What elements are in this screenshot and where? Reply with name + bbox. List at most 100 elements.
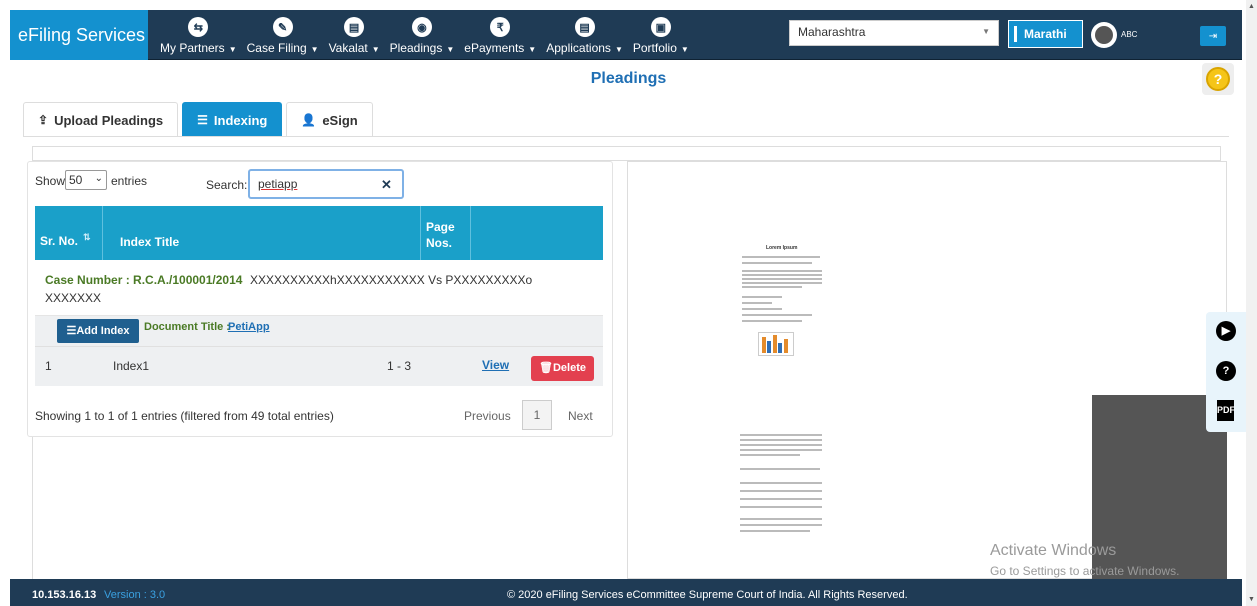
scroll-down-icon[interactable]: ▼ <box>1248 596 1255 603</box>
cell-pages: 1 - 3 <box>387 359 412 373</box>
pdf-page-2 <box>736 430 826 540</box>
nav-pleadings[interactable]: ◉ Pleadings ▼ <box>385 10 460 60</box>
case-parties-continued: XXXXXXX <box>45 291 102 305</box>
rupee-icon: ₹ <box>490 17 511 37</box>
nav-applications[interactable]: ▤ Applications ▼ <box>541 10 628 60</box>
help-icon[interactable]: ? <box>1216 361 1236 381</box>
clear-search-icon[interactable]: ✕ <box>381 177 392 193</box>
briefcase-icon: ▣ <box>650 17 671 37</box>
user-check-icon: 👤 <box>301 113 317 127</box>
add-index-label: Add Index <box>76 325 130 337</box>
help-button[interactable]: ? <box>1202 63 1234 95</box>
tab-label: Upload Pleadings <box>54 112 164 128</box>
nav-label: Pleadings <box>389 41 443 55</box>
nav-vakalat[interactable]: ▤ Vakalat ▼ <box>324 10 385 60</box>
list-icon: ☰ <box>197 113 208 127</box>
state-select[interactable]: Maharashtra ▼ <box>789 20 999 46</box>
sort-icon: ⇅ <box>83 232 91 242</box>
top-navbar: eFiling Services ⇆ My Partners ▼ ✎ Case F… <box>10 10 1242 60</box>
list-icon: ☰ <box>66 325 77 337</box>
question-icon: ? <box>1206 67 1230 91</box>
nav-portfolio[interactable]: ▣ Portfolio ▼ <box>628 10 694 60</box>
server-ip: 10.153.16.13 <box>32 589 97 601</box>
theme-toggle[interactable] <box>1091 22 1117 48</box>
column-actions <box>471 206 603 260</box>
cell-index-title: Index1 <box>113 359 150 373</box>
tab-label: eSign <box>322 112 358 128</box>
version-label: Version : 3.0 <box>104 589 166 601</box>
column-label: Page Nos. <box>426 220 455 250</box>
next-page-button[interactable]: Next <box>568 409 593 423</box>
main-nav: ⇆ My Partners ▼ ✎ Case Filing ▼ ▤ Vakalat ▼… <box>155 10 694 60</box>
entries-label: entries <box>111 174 148 188</box>
chevron-down-icon: ⌄ <box>94 173 103 184</box>
logout-icon: ⇥ <box>1208 30 1218 42</box>
show-label: Show <box>35 174 66 188</box>
document-title-label: Document Title : <box>144 321 230 333</box>
case-number: Case Number : R.C.A./100001/2014 <box>45 273 243 287</box>
pdf-icon[interactable]: PDF <box>1217 400 1235 421</box>
document-title-link[interactable]: PetiApp <box>228 321 270 333</box>
language-button[interactable]: Marathi <box>1008 20 1083 48</box>
activation-watermark-subtext: Go to Settings to activate Windows. <box>990 564 1180 578</box>
vertical-scrollbar[interactable] <box>1246 0 1257 606</box>
tab-esign[interactable]: 👤 eSign <box>286 102 373 137</box>
caret-down-icon: ▼ <box>310 45 319 54</box>
nav-epayments[interactable]: ₹ ePayments ▼ <box>459 10 541 60</box>
play-icon[interactable]: ▶ <box>1216 321 1236 341</box>
page-size-value: 50 <box>69 173 83 187</box>
brand-title[interactable]: eFiling Services <box>10 10 148 60</box>
file-icon: ▤ <box>574 17 595 37</box>
tab-upload-pleadings[interactable]: ⇪ Upload Pleadings <box>23 102 179 137</box>
scroll-up-icon[interactable]: ▲ <box>1248 3 1255 10</box>
column-page-nos[interactable]: Page Nos. <box>421 206 471 260</box>
nav-label: Vakalat <box>328 41 368 55</box>
search-label: Search: <box>206 178 248 192</box>
pencil-icon: ✎ <box>272 17 293 37</box>
column-index-title[interactable]: Index Title <box>103 206 421 260</box>
chevron-down-icon: ▼ <box>982 27 990 36</box>
tab-divider <box>23 136 1229 137</box>
tab-indexing[interactable]: ☰ Indexing <box>182 102 283 137</box>
pdf-page-1: Lorem Ipsum <box>736 240 826 365</box>
tab-bar: ⇪ Upload Pleadings ☰ Indexing 👤 eSign <box>23 102 377 137</box>
column-label: Index Title <box>120 235 180 249</box>
column-label: Sr. No. <box>40 234 79 248</box>
table-row: 1 Index1 1 - 3 View 🗑Delete <box>35 346 603 386</box>
nav-label: Applications <box>546 41 611 55</box>
nav-label: My Partners <box>160 41 225 55</box>
caret-down-icon: ▼ <box>228 45 237 54</box>
page-1-button[interactable]: 1 <box>522 400 552 430</box>
case-parties: XXXXXXXXXXhXXXXXXXXXXX Vs PXXXXXXXXXo <box>250 273 533 287</box>
pleadings-icon: ◉ <box>411 17 432 37</box>
trash-icon: 🗑 <box>539 362 553 374</box>
nav-case-filing[interactable]: ✎ Case Filing ▼ <box>242 10 324 60</box>
page-size-select[interactable]: 50 ⌄ <box>65 170 107 190</box>
copyright-text: © 2020 eFiling Services eCommittee Supre… <box>507 589 908 601</box>
view-link[interactable]: View <box>482 358 509 372</box>
state-select-value: Maharashtra <box>798 25 866 39</box>
tab-label: Indexing <box>213 112 268 128</box>
add-index-button[interactable]: ☰Add Index <box>57 319 139 343</box>
nav-my-partners[interactable]: ⇆ My Partners ▼ <box>155 10 242 60</box>
upload-icon: ⇪ <box>38 113 49 127</box>
logout-button[interactable]: ⇥ <box>1200 26 1226 46</box>
caret-down-icon: ▼ <box>528 45 537 54</box>
footer: 10.153.16.13 Version : 3.0 © 2020 eFilin… <box>10 579 1242 606</box>
pdf-page-heading: Lorem Ipsum <box>766 245 798 251</box>
delete-button[interactable]: 🗑Delete <box>531 356 594 381</box>
caret-down-icon: ▼ <box>371 45 380 54</box>
nav-label: Portfolio <box>632 41 677 55</box>
previous-page-button[interactable]: Previous <box>464 409 511 423</box>
delete-label: Delete <box>552 362 586 374</box>
side-toolbar: ▶ ? PDF <box>1206 312 1246 432</box>
document-row: ☰Add Index Document Title : PetiApp <box>35 316 603 346</box>
caret-down-icon: ▼ <box>614 45 623 54</box>
case-group-row: Case Number : R.C.A./100001/2014 XXXXXXX… <box>35 260 603 316</box>
caret-down-icon: ▼ <box>680 45 689 54</box>
page-title: Pleadings <box>590 70 667 87</box>
column-sr-no[interactable]: Sr. No. ⇅ <box>35 206 103 260</box>
partners-icon: ⇆ <box>188 17 209 37</box>
activation-watermark: Activate Windows <box>990 542 1117 559</box>
pdf-chart-thumbnail <box>758 332 794 356</box>
